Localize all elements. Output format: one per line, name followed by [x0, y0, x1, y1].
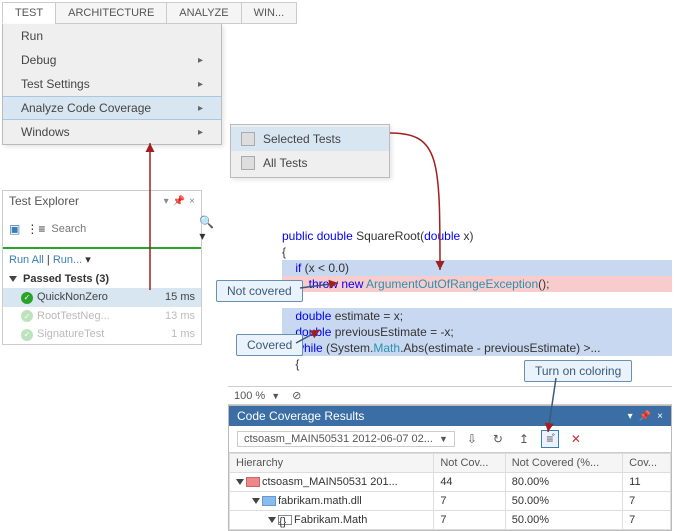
submenu-selected-tests[interactable]: Selected Tests [231, 127, 389, 151]
callout-turn-on-coloring: Turn on coloring [524, 360, 632, 382]
table-row[interactable]: ctsoasm_MAIN50531 201... 4480.00%11 [230, 473, 671, 492]
no-issues-icon: ⊘ [292, 389, 301, 402]
table-row[interactable]: {}Fabrikam.Math 750.00%7 [230, 511, 671, 530]
coverage-table: Hierarchy Not Cov... Not Covered (%... C… [229, 453, 671, 530]
coverage-combo[interactable]: ctsoasm_MAIN50531 2012-06-07 02...▼ [237, 431, 455, 447]
col-not-covered-pct[interactable]: Not Covered (%... [505, 454, 622, 473]
coverage-title: Code Coverage Results [237, 409, 364, 423]
code-line-covered: double estimate = x; [282, 308, 672, 324]
code-coverage-panel: Code Coverage Results ▾ 📌 × ctsoasm_MAIN… [228, 405, 672, 531]
dll-icon [262, 496, 276, 506]
pin-icon[interactable]: 📌 [639, 411, 651, 422]
test-explorer-title: Test Explorer [9, 194, 79, 208]
main-menu-bar: TEST ARCHITECTURE ANALYZE WIN... [2, 2, 296, 24]
refresh-icon[interactable]: ↻ [489, 430, 507, 448]
chevron-down-icon[interactable]: ▼ [271, 391, 280, 401]
delete-icon[interactable]: ✕ [567, 430, 585, 448]
submenu-all-tests[interactable]: All Tests [231, 151, 389, 175]
test-explorer-panel: Test Explorer ▾ 📌 × ▣ ⋮≡ 🔍▾ Run All | Ru… [2, 190, 202, 345]
table-row[interactable]: fabrikam.math.dll 750.00%7 [230, 492, 671, 511]
run-link[interactable]: Run... [53, 254, 82, 266]
close-icon[interactable]: × [657, 411, 663, 422]
test-row[interactable]: ✓QuickNonZero 15 ms [3, 288, 201, 307]
dropdown-icon[interactable]: ▾ [164, 196, 169, 207]
code-line: public double SquareRoot(double x) [282, 228, 672, 244]
menu-item-windows[interactable]: Windows▸ [3, 120, 221, 144]
callout-covered: Covered [236, 334, 303, 356]
flask-icon [241, 132, 255, 146]
assembly-icon [246, 477, 260, 487]
stream-icon[interactable]: ▣ [9, 222, 20, 236]
code-line [282, 292, 672, 308]
code-line-covered: double previousEstimate = -x; [282, 324, 672, 340]
code-line: { [282, 244, 672, 260]
pass-icon: ✓ [21, 310, 33, 322]
pass-icon: ✓ [21, 292, 33, 304]
close-icon[interactable]: × [189, 196, 195, 207]
run-all-link[interactable]: Run All [9, 254, 44, 266]
menu-tab-architecture[interactable]: ARCHITECTURE [55, 2, 167, 24]
search-icon[interactable]: 🔍▾ [199, 215, 214, 243]
dropdown-icon[interactable]: ▾ [628, 411, 633, 422]
menu-item-analyze-code-coverage[interactable]: Analyze Code Coverage▸ [3, 96, 221, 120]
menu-item-test-settings[interactable]: Test Settings▸ [3, 72, 221, 96]
chevron-right-icon: ▸ [198, 79, 203, 90]
code-line-not-covered: throw new ArgumentOutOfRangeException(); [282, 276, 672, 292]
analyze-coverage-submenu: Selected Tests All Tests [230, 124, 390, 178]
menu-tab-test[interactable]: TEST [2, 2, 56, 24]
import-icon[interactable]: ⇩ [463, 430, 481, 448]
zoom-level[interactable]: 100 % [234, 390, 265, 402]
flask-icon [241, 156, 255, 170]
menu-tab-analyze[interactable]: ANALYZE [166, 2, 241, 24]
code-editor[interactable]: public double SquareRoot(double x) { if … [282, 228, 672, 372]
col-hierarchy[interactable]: Hierarchy [230, 454, 434, 473]
chevron-right-icon: ▸ [198, 127, 203, 138]
code-line-covered: if (x < 0.0) [282, 260, 672, 276]
callout-not-covered: Not covered [216, 280, 303, 302]
col-not-covered[interactable]: Not Cov... [434, 454, 505, 473]
chevron-right-icon: ▸ [198, 103, 203, 114]
pass-icon: ✓ [21, 329, 33, 341]
passed-tests-group[interactable]: Passed Tests (3) [3, 270, 201, 288]
test-explorer-commands: Run All | Run... ▾ [3, 249, 201, 270]
chevron-right-icon: ▸ [198, 55, 203, 66]
code-line-covered: while (System.Math.Abs(estimate - previo… [282, 340, 672, 356]
test-menu-dropdown: Run Debug▸ Test Settings▸ Analyze Code C… [2, 24, 222, 145]
test-row[interactable]: ✓SignatureTest 1 ms [3, 325, 201, 344]
group-by-icon[interactable]: ⋮≡ [26, 222, 45, 236]
test-row[interactable]: ✓RootTestNeg... 13 ms [3, 307, 201, 326]
col-covered[interactable]: Cov... [623, 454, 671, 473]
export-icon[interactable]: ↥ [515, 430, 533, 448]
menu-tab-windows[interactable]: WIN... [241, 2, 298, 24]
editor-zoom: 100 % ▼ ⊘ [228, 386, 672, 405]
show-coloring-button[interactable]: ≡̊ [541, 430, 559, 448]
menu-item-debug[interactable]: Debug▸ [3, 48, 221, 72]
menu-item-run[interactable]: Run [3, 24, 221, 48]
namespace-icon: {} [278, 515, 292, 525]
pin-icon[interactable]: 📌 [173, 196, 185, 207]
search-input[interactable] [51, 223, 193, 235]
